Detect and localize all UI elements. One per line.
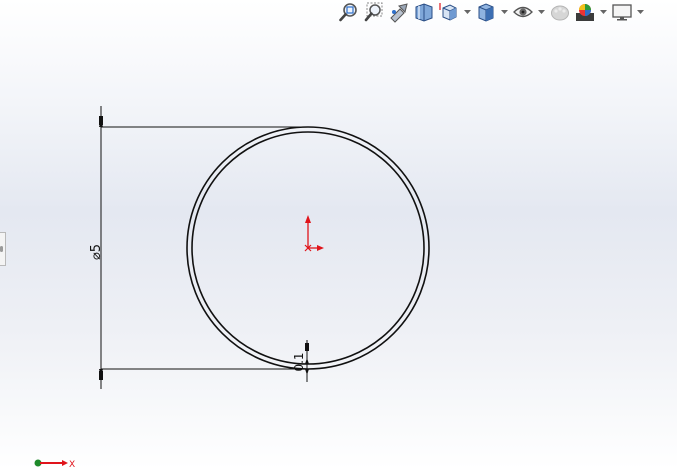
thickness-dimension-text[interactable]: 0.1 bbox=[292, 352, 306, 371]
diameter-dimension[interactable] bbox=[99, 106, 308, 389]
reference-triad: X bbox=[34, 459, 75, 469]
sketch-canvas[interactable]: ⌀5 0.1 bbox=[0, 0, 677, 469]
diameter-dimension-text[interactable]: ⌀5 bbox=[89, 244, 104, 260]
triad-x-arrow-icon bbox=[62, 460, 68, 466]
triad-x-label: X bbox=[69, 460, 75, 469]
sketch-origin-icon[interactable] bbox=[304, 215, 324, 252]
graphics-area[interactable]: ⌀5 0.1 X bbox=[0, 0, 677, 469]
